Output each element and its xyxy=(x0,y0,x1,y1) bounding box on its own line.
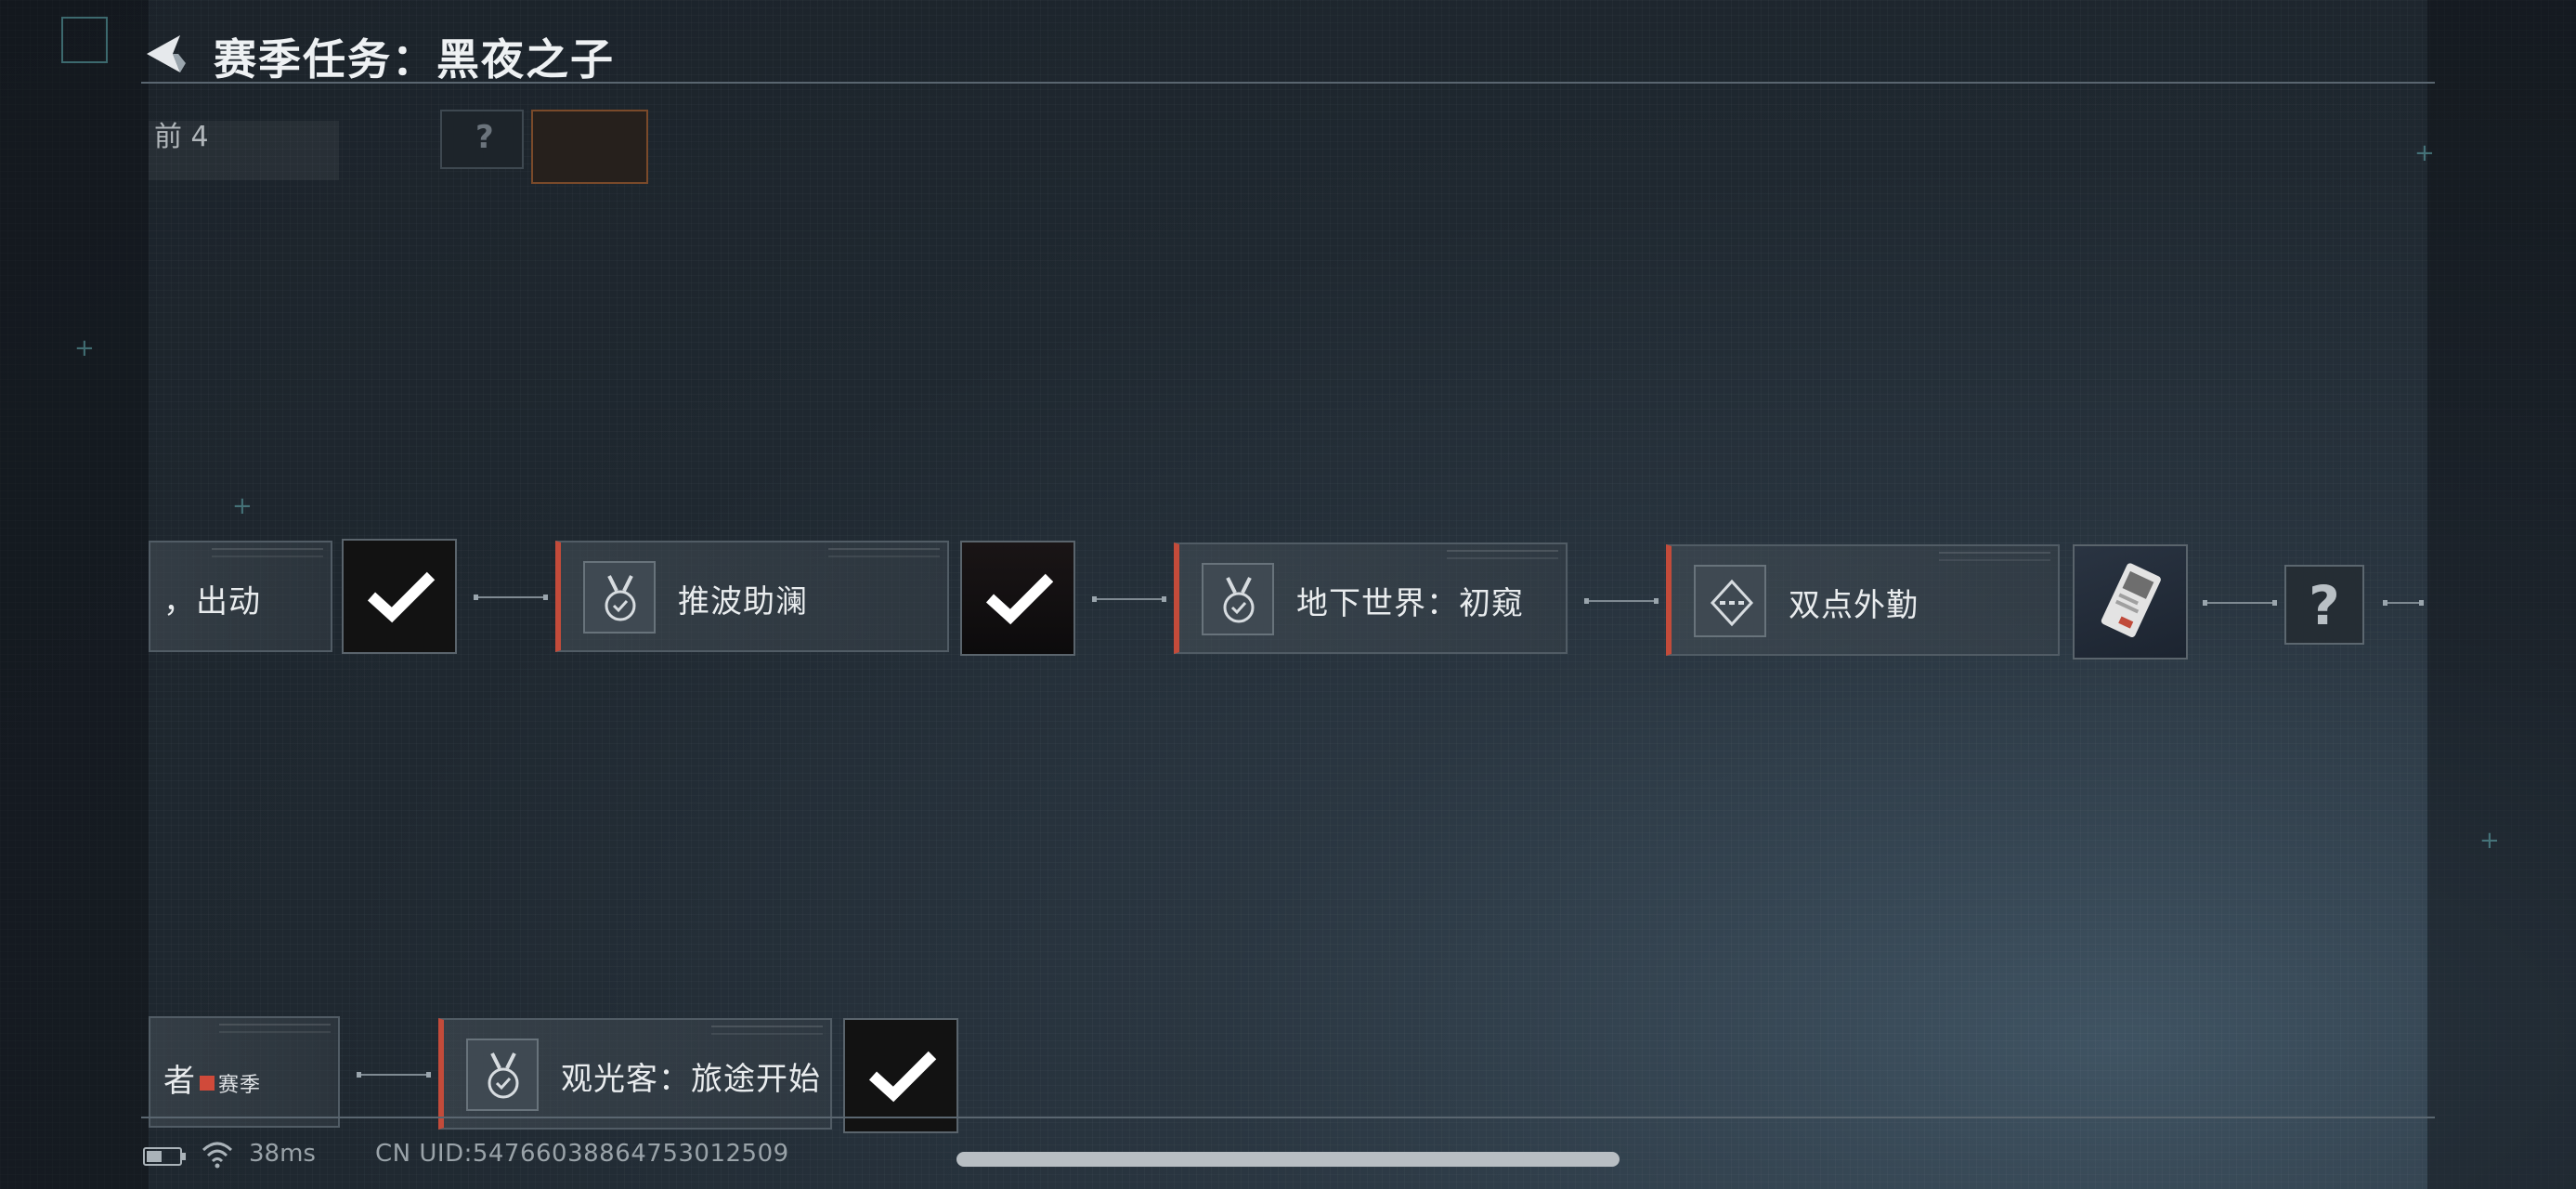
partial-reward-thumbnail[interactable] xyxy=(531,110,648,184)
medal-check-icon xyxy=(488,1052,519,1099)
card-decoration xyxy=(1447,550,1558,559)
checkmark-icon xyxy=(367,571,436,623)
task-card[interactable]: 地下世界：初窥 xyxy=(1174,542,1568,654)
task-card[interactable]: 观光客：旅途开始 xyxy=(438,1018,832,1130)
header-divider xyxy=(141,82,2435,84)
connector-line xyxy=(2203,600,2277,606)
task-card[interactable]: ，出动 xyxy=(149,541,332,652)
card-decoration xyxy=(1939,552,2050,561)
partial-locked-reward[interactable]: ? xyxy=(440,110,524,169)
footer-divider xyxy=(141,1117,2435,1118)
task-label-text: 者 xyxy=(163,1063,196,1100)
connector-line xyxy=(1584,598,1659,604)
user-uid: CN UID:547660388647530125​09 xyxy=(375,1140,789,1168)
checkmark-icon xyxy=(985,573,1054,625)
task-card[interactable]: 双点外勤 xyxy=(1666,544,2060,656)
task-card[interactable]: 推波助澜 xyxy=(555,541,949,652)
medal-check-icon xyxy=(605,575,636,621)
connector-line xyxy=(474,594,548,600)
task-label: 推波助澜 xyxy=(678,583,808,621)
checkmark-icon xyxy=(868,1051,937,1103)
id-card-icon xyxy=(2101,563,2161,637)
task-label: 者赛季 xyxy=(163,1055,261,1101)
task-label: ，出动 xyxy=(163,583,261,621)
plus-decoration-icon: + xyxy=(232,492,253,520)
plus-decoration-icon: + xyxy=(2414,139,2435,167)
question-icon: ? xyxy=(475,119,494,156)
task-label: 地下世界：初窥 xyxy=(1296,585,1524,622)
connector-line xyxy=(1092,596,1166,602)
reward-item[interactable] xyxy=(2073,544,2188,660)
task-label: 观光客：旅途开始 xyxy=(561,1061,821,1098)
diamond-dots-icon xyxy=(1710,579,1754,627)
home-indicator[interactable] xyxy=(956,1152,1620,1167)
medal-check-icon xyxy=(1223,577,1255,623)
card-decoration xyxy=(828,548,940,557)
season-badge-icon xyxy=(200,1075,215,1091)
card-decoration xyxy=(711,1026,823,1035)
task-icon-frame xyxy=(466,1039,539,1111)
battery-level xyxy=(147,1151,162,1162)
season-tag: 赛季 xyxy=(218,1073,262,1097)
right-shade xyxy=(2427,0,2576,1189)
back-arrow-icon xyxy=(147,35,186,72)
wifi-icon xyxy=(202,1142,233,1169)
reward-completed[interactable] xyxy=(342,539,457,654)
task-icon-frame xyxy=(1202,563,1274,635)
page-title: 赛季任务：黑夜之子 xyxy=(214,34,615,85)
ping-value: 38ms xyxy=(249,1140,316,1168)
partial-task-label: 前 4 xyxy=(154,121,209,153)
connector-line xyxy=(357,1072,431,1078)
left-shade xyxy=(0,0,149,1189)
task-icon-frame xyxy=(583,561,656,634)
locked-reward-question-icon[interactable]: ? xyxy=(2284,565,2364,645)
connector-line xyxy=(2383,600,2424,606)
battery-icon xyxy=(143,1147,186,1166)
corner-decoration xyxy=(61,17,108,63)
card-decoration xyxy=(219,1024,331,1033)
task-icon-frame xyxy=(1694,565,1766,637)
plus-decoration-icon: + xyxy=(2479,827,2500,855)
card-decoration xyxy=(212,548,323,557)
plus-decoration-icon: + xyxy=(74,334,95,362)
task-card[interactable]: 者赛季 xyxy=(149,1016,340,1128)
reward-completed[interactable] xyxy=(960,541,1075,656)
task-label: 双点外勤 xyxy=(1789,587,1919,624)
back-button[interactable] xyxy=(139,28,191,80)
